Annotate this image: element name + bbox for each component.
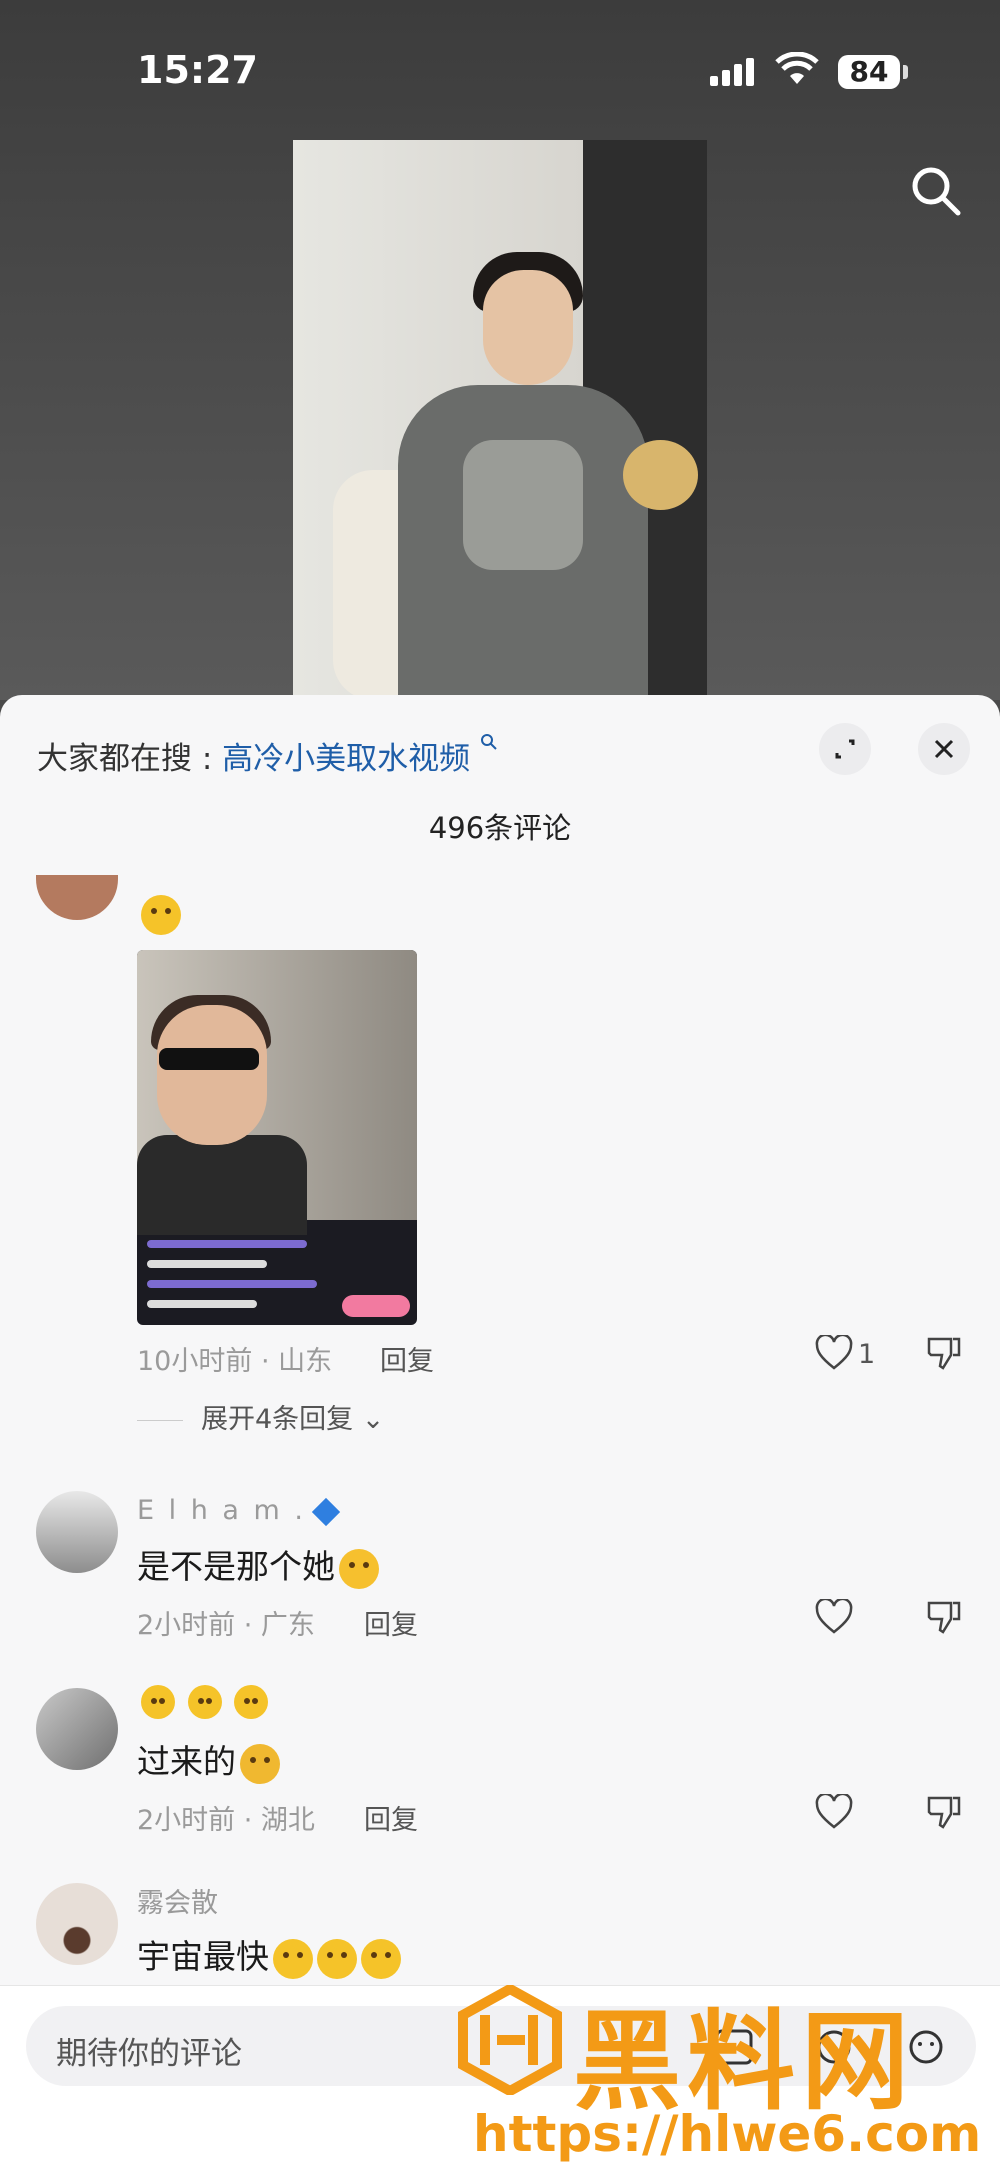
- watermark-logo: [458, 1985, 562, 2095]
- comment-time-location: 10小时前 · 山东: [137, 1346, 333, 1377]
- comment-text-body: 过来的: [137, 1742, 236, 1781]
- chevron-down-icon: ⌄: [361, 1404, 385, 1435]
- laugh-cry-emoji: [339, 1548, 379, 1589]
- like-count: 1: [858, 1339, 876, 1370]
- status-bar: 15:27 84: [0, 0, 1000, 120]
- comment-time-location: 2小时前 · 湖北: [137, 1805, 315, 1836]
- diamond-icon: [311, 1497, 341, 1526]
- heart-icon[interactable]: [815, 1794, 853, 1830]
- comment-username[interactable]: E l h a m .: [137, 1495, 341, 1526]
- thumbs-down-icon[interactable]: [925, 1794, 963, 1830]
- avatar[interactable]: [36, 875, 118, 920]
- comment-count: 496条评论: [428, 811, 572, 845]
- battery-tip: [903, 65, 908, 79]
- watermark: 黑料网 https://hlwe6.com: [455, 1985, 1000, 2173]
- heart-icon[interactable]: [815, 1335, 853, 1371]
- comment-time-location: 2小时前 · 广东: [137, 1610, 315, 1641]
- expand-replies-label: 展开4条回复: [201, 1404, 354, 1435]
- comment-text: 是不是那个她: [137, 1540, 379, 1589]
- fullscreen-button[interactable]: [819, 723, 871, 775]
- video-frame[interactable]: [293, 140, 707, 700]
- smile-emoji: [141, 1685, 175, 1719]
- reply-button[interactable]: 回复: [364, 1798, 418, 1837]
- status-time: 15:27: [137, 48, 258, 92]
- wifi-icon: [775, 52, 819, 84]
- wink-emoji: [273, 1938, 313, 1979]
- heart-icon[interactable]: [815, 1599, 853, 1635]
- comment-text: 过来的: [137, 1735, 280, 1784]
- trending-prefix: 大家都在搜 :: [37, 741, 213, 777]
- close-button[interactable]: [918, 723, 970, 775]
- video-face: [483, 270, 573, 385]
- battery-icon: 84: [838, 55, 900, 89]
- smile-emoji: [187, 1685, 222, 1719]
- reply-button[interactable]: 回复: [364, 1603, 418, 1642]
- crying-emoji: [240, 1743, 280, 1784]
- comment-username[interactable]: 霧会散: [137, 1881, 218, 1920]
- smile-emoji: [234, 1685, 269, 1719]
- search-icon[interactable]: [908, 163, 964, 219]
- search-small-icon: [481, 734, 497, 750]
- comment-text: 宇宙最快: [137, 1930, 401, 1979]
- comment-image[interactable]: [137, 950, 417, 1325]
- username-text: E l h a m .: [137, 1495, 307, 1526]
- comment-text-body: 宇宙最快: [137, 1937, 269, 1976]
- comment-username-emojis[interactable]: [137, 1685, 269, 1719]
- comment-sheet: 大家都在搜 : 高冷小美取水视频 496条评论 10小时前 · 山东 回复 1 …: [0, 695, 1000, 2173]
- expand-replies-button[interactable]: 展开4条回复 ⌄: [137, 1397, 384, 1436]
- comment-emoji: [137, 895, 181, 935]
- avatar[interactable]: [36, 1688, 118, 1770]
- wink-emoji: [361, 1938, 401, 1979]
- trending-search[interactable]: 大家都在搜 : 高冷小美取水视频: [37, 733, 498, 778]
- close-icon: [934, 739, 954, 759]
- signal-icon: [710, 58, 758, 86]
- reply-button[interactable]: 回复: [380, 1339, 434, 1378]
- thumbs-down-icon[interactable]: [925, 1599, 963, 1635]
- trending-link[interactable]: 高冷小美取水视频: [222, 741, 470, 777]
- comment-text-body: 是不是那个她: [137, 1547, 335, 1586]
- avatar[interactable]: [36, 1491, 118, 1573]
- avatar[interactable]: [36, 1883, 118, 1965]
- video-tank-top: [463, 440, 583, 570]
- comment-input-placeholder: 期待你的评论: [56, 2036, 242, 2072]
- thumbs-down-icon[interactable]: [925, 1335, 963, 1371]
- wink-emoji: [317, 1938, 357, 1979]
- watermark-url: https://hlwe6.com: [473, 2105, 982, 2163]
- video-food-bowl: [623, 440, 698, 510]
- expand-icon: [835, 739, 855, 759]
